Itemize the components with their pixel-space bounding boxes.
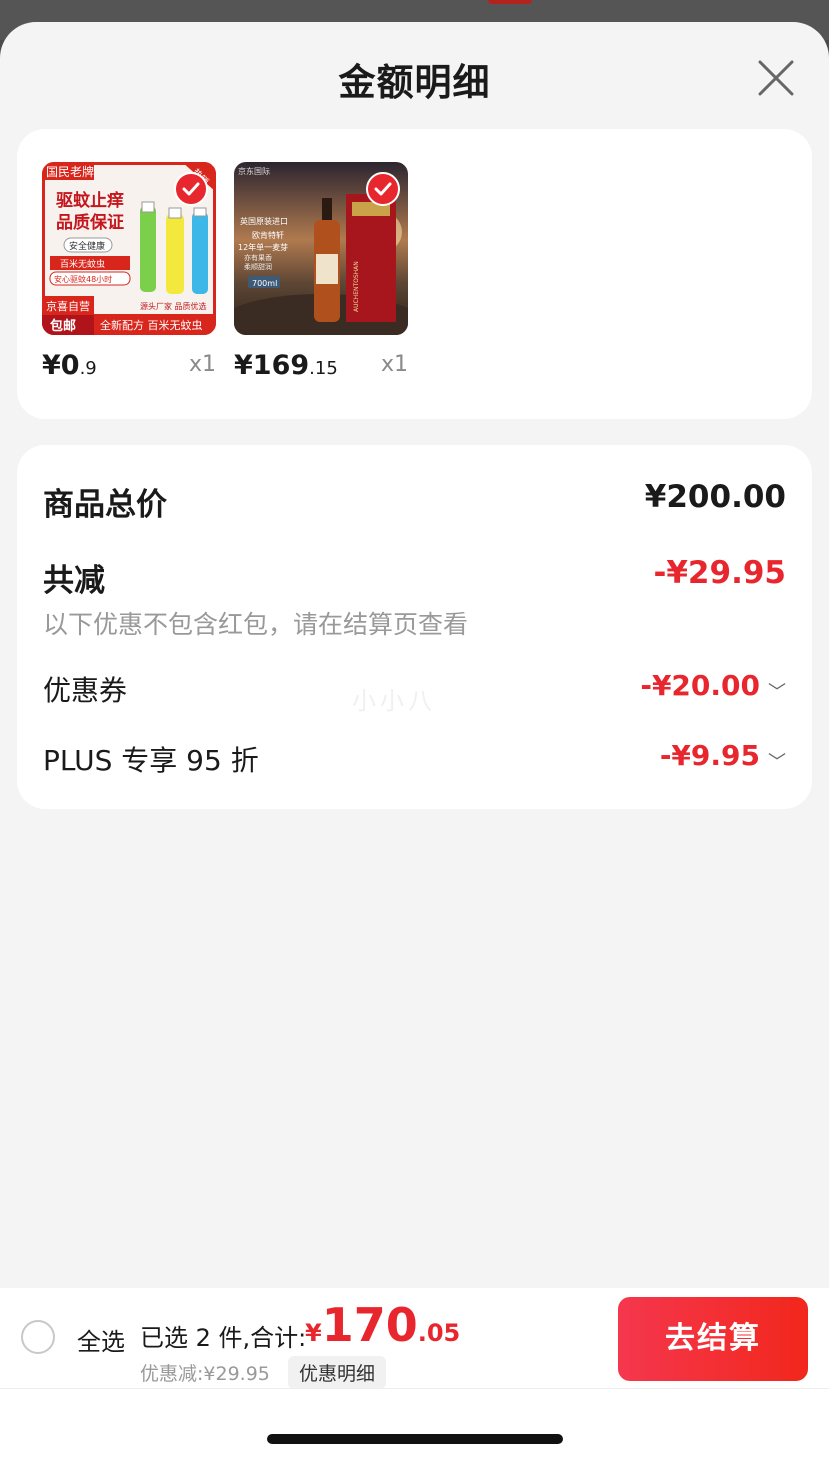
sheet-title: 金额明细	[338, 61, 491, 104]
watermark: 小小八	[352, 687, 436, 715]
select-all-label[interactable]: 全选	[77, 1322, 125, 1357]
svg-text:AUCHENTOSHAN: AUCHENTOSHAN	[353, 261, 360, 312]
product-price: ¥0.9	[42, 350, 97, 381]
plus-discount-value: -¥9.95	[659, 739, 760, 772]
svg-text:欧肯特轩: 欧肯特轩	[252, 230, 284, 240]
discount-amount: 优惠减:¥29.95	[140, 1363, 270, 1385]
select-all-radio[interactable]	[21, 1320, 55, 1354]
coupon-label: 优惠券	[43, 674, 128, 707]
amount-detail-sheet: 金额明细 国民老牌 热销 驱蚊止痒 品质保证	[0, 22, 829, 1461]
total-price-value: ¥200.00	[644, 479, 786, 515]
price-summary-card: 商品总价 ¥200.00 共减 -¥29.95 以下优惠不包含红包，请在结算页查…	[17, 445, 812, 809]
product-image: 京东国际 英国原装进口 欧肯特轩 12年单一麦芽 亦有果香 柔顺甜润 700ml…	[234, 162, 408, 335]
total-price-label: 商品总价	[43, 487, 167, 523]
plus-discount-label: PLUS 专享 95 折	[43, 744, 259, 777]
svg-text:源头厂家 品质优选: 源头厂家 品质优选	[140, 301, 207, 311]
coupon-row-toggle[interactable]: -¥20.00 ﹀	[640, 669, 786, 704]
sheet-header: 金额明细	[0, 22, 829, 126]
svg-text:百米无蚊虫: 百米无蚊虫	[60, 258, 105, 270]
total-reduction-value: -¥29.95	[653, 555, 787, 591]
total-reduction-label: 共减	[43, 563, 105, 599]
checkout-bar: 全选 已选 2 件,合计: ¥170.05 优惠减:¥29.95 优惠明细 去结…	[0, 1288, 829, 1389]
svg-text:英国原装进口: 英国原装进口	[240, 216, 288, 226]
svg-text:全新配方 百米无蚊虫: 全新配方 百米无蚊虫	[100, 318, 203, 332]
backdrop-accent	[488, 0, 532, 4]
svg-text:700ml: 700ml	[252, 279, 277, 288]
product-quantity: x1	[380, 352, 408, 377]
close-icon	[758, 60, 794, 96]
product-image: 国民老牌 热销 驱蚊止痒 品质保证 安全健康 百米无蚊虫 安心驱蚊48小时	[42, 162, 216, 335]
svg-text:京东国际: 京东国际	[238, 166, 270, 176]
close-button[interactable]	[752, 54, 800, 102]
chevron-down-icon: ﹀	[768, 681, 786, 703]
product-price: ¥169.15	[234, 350, 338, 381]
svg-text:包邮: 包邮	[50, 318, 76, 334]
checked-icon[interactable]	[366, 172, 400, 206]
svg-text:12年单一麦芽: 12年单一麦芽	[238, 242, 288, 252]
svg-text:亦有果香: 亦有果香	[244, 253, 272, 262]
svg-text:京喜自营: 京喜自营	[46, 299, 90, 313]
product-quantity: x1	[188, 352, 216, 377]
selected-count: 已选 2 件,合计:	[140, 1324, 307, 1352]
plus-row-toggle[interactable]: -¥9.95 ﹀	[660, 739, 786, 774]
chevron-down-icon: ﹀	[768, 751, 786, 773]
checked-icon[interactable]	[174, 172, 208, 206]
svg-text:安全健康: 安全健康	[69, 240, 105, 252]
coupon-value: -¥20.00	[640, 669, 760, 702]
products-card: 国民老牌 热销 驱蚊止痒 品质保证 安全健康 百米无蚊虫 安心驱蚊48小时	[17, 129, 812, 419]
discount-detail-button[interactable]: 优惠明细	[288, 1356, 387, 1389]
reduction-note: 以下优惠不包含红包，请在结算页查看	[43, 610, 469, 639]
svg-text:驱蚊止痒: 驱蚊止痒	[56, 190, 124, 211]
checkout-button[interactable]: 去结算	[618, 1297, 808, 1381]
svg-text:柔顺甜润: 柔顺甜润	[244, 262, 272, 271]
svg-text:安心驱蚊48小时: 安心驱蚊48小时	[54, 274, 112, 284]
home-indicator-area	[0, 1388, 829, 1461]
brand-text: 国民老牌	[46, 165, 94, 179]
home-indicator[interactable]	[267, 1434, 563, 1444]
svg-text:品质保证: 品质保证	[56, 212, 124, 233]
total-amount: ¥170.05	[305, 1298, 461, 1352]
